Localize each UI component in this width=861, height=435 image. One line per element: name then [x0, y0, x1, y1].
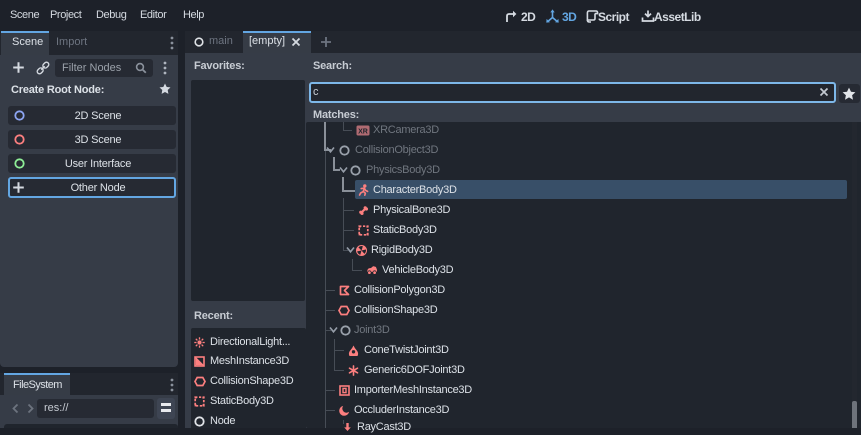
- svg-text:XR: XR: [358, 129, 368, 136]
- svg-text:2D: 2D: [521, 10, 536, 24]
- svg-text:AssetLib: AssetLib: [654, 10, 701, 24]
- svg-text:Script: Script: [598, 10, 630, 24]
- svg-text:3D: 3D: [562, 10, 577, 24]
